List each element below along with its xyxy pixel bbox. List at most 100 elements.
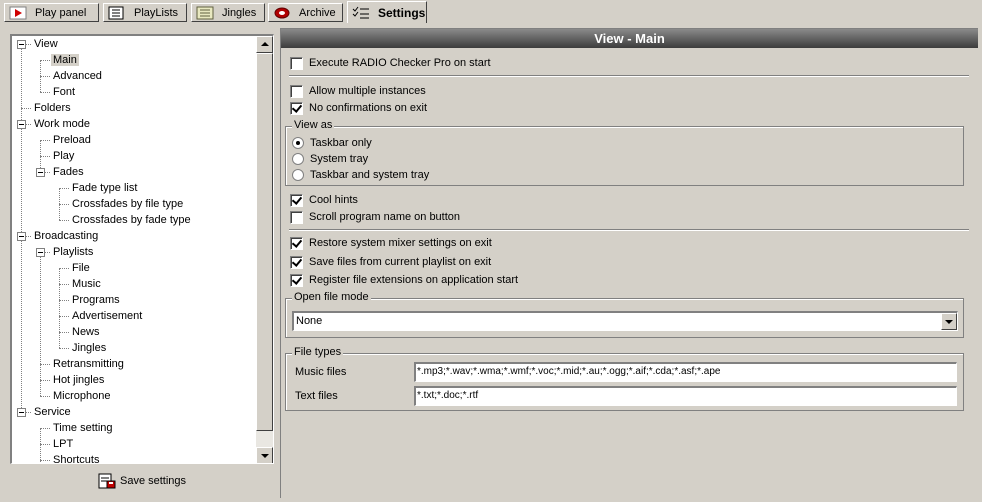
collapse-toggle-icon[interactable]	[17, 120, 26, 129]
tree-item-fades[interactable]: Fades	[51, 164, 86, 180]
tree-item-hot-jingles[interactable]: Hot jingles	[51, 372, 106, 388]
tree-connector	[59, 188, 69, 189]
tab-settings[interactable]: Settings	[347, 1, 427, 23]
tab-label: Play panel	[35, 6, 87, 19]
tree-item-shortcuts[interactable]: Shortcuts	[51, 452, 101, 463]
tree-connector	[21, 44, 22, 412]
tree-item-preload[interactable]: Preload	[51, 132, 93, 148]
tree-connector	[59, 332, 69, 333]
tab-play-panel[interactable]: Play panel	[4, 3, 99, 22]
scroll-name-checkbox[interactable]: Scroll program name on button	[290, 209, 460, 225]
save-files-checkbox[interactable]: Save files from current playlist on exit	[290, 254, 491, 270]
radio-taskbar-and-tray[interactable]: Taskbar and system tray	[292, 167, 429, 183]
tree-item-label: Programs	[72, 294, 120, 306]
collapse-toggle-icon[interactable]	[36, 248, 45, 257]
tree-item-music[interactable]: Music	[70, 276, 103, 292]
tree-item-work-mode[interactable]: Work mode	[32, 116, 92, 132]
tab-label: Settings	[378, 5, 426, 20]
scroll-up-button[interactable]	[256, 36, 273, 53]
collapse-toggle-icon[interactable]	[17, 232, 26, 241]
panel-title: View - Main	[281, 29, 978, 48]
tree-item-label: Broadcasting	[34, 230, 99, 242]
register-ext-checkbox[interactable]: Register file extensions on application …	[290, 272, 518, 288]
tree-item-service[interactable]: Service	[32, 404, 73, 420]
checkbox-label: Restore system mixer settings on exit	[309, 237, 492, 249]
tree-item-microphone[interactable]: Microphone	[51, 388, 112, 404]
tree-connector	[59, 348, 69, 349]
tree-item-play[interactable]: Play	[51, 148, 76, 164]
checkbox-label: Execute RADIO Checker Pro on start	[309, 57, 491, 69]
collapse-toggle-icon[interactable]	[36, 168, 45, 177]
scroll-thumb[interactable]	[256, 53, 273, 431]
tree-connector	[40, 140, 50, 141]
tree-connector	[40, 428, 41, 463]
collapse-toggle-icon[interactable]	[17, 40, 26, 49]
text-files-input[interactable]: *.txt;*.doc;*.rtf	[414, 386, 957, 406]
tree-item-label: Work mode	[34, 118, 91, 130]
save-settings-icon	[98, 473, 116, 489]
tree-item-label: Play	[53, 150, 75, 162]
tree-connector	[40, 444, 50, 445]
tree-connector	[40, 380, 50, 381]
tree-item-jingles[interactable]: Jingles	[70, 340, 108, 356]
tree-item-playlists[interactable]: Playlists	[51, 244, 95, 260]
open-file-mode-select[interactable]: None	[292, 311, 958, 331]
text-files-label: Text files	[295, 390, 338, 402]
select-value: None	[296, 315, 323, 327]
cool-hints-checkbox[interactable]: Cool hints	[290, 192, 358, 208]
tab-playlists[interactable]: PlayLists	[103, 3, 187, 22]
checkbox-box	[290, 56, 303, 70]
tree-item-label: Main	[51, 54, 79, 66]
tree-item-main[interactable]: Main	[51, 52, 79, 68]
tree-item-time-setting[interactable]: Time setting	[51, 420, 115, 436]
collapse-toggle-icon[interactable]	[17, 408, 26, 417]
allow-multiple-checkbox[interactable]: Allow multiple instances	[290, 83, 426, 99]
tree-item-folders[interactable]: Folders	[32, 100, 73, 116]
tree-items: View Main Advanced Font Folders Work mode Prel…	[12, 36, 257, 463]
tab-bar: Play panel PlayLists Jingles Archive Set…	[0, 0, 982, 26]
scroll-down-button[interactable]	[256, 447, 273, 463]
execute-on-start-checkbox[interactable]: Execute RADIO Checker Pro on start	[290, 55, 491, 71]
tree-item-retransmitting[interactable]: Retransmitting	[51, 356, 126, 372]
tree-item-label: Fade type list	[72, 182, 138, 194]
tree-item-broadcasting[interactable]: Broadcasting	[32, 228, 100, 244]
tab-archive[interactable]: Archive	[268, 3, 343, 22]
checkbox-label: Register file extensions on application …	[309, 274, 519, 286]
tree-item-label: Jingles	[72, 342, 107, 354]
music-files-input[interactable]: *.mp3;*.wav;*.wma;*.wmf;*.voc;*.mid;*.au…	[414, 362, 957, 382]
tree-item-label: Service	[34, 406, 71, 418]
tree-item-programs[interactable]: Programs	[70, 292, 122, 308]
tree-item-label: Folders	[34, 102, 71, 114]
view-as-group: View as Taskbar only System tray Taskbar…	[285, 119, 964, 186]
tree-item-label: Retransmitting	[53, 358, 124, 370]
tree-item-label: Microphone	[53, 390, 111, 402]
group-title: File types	[292, 346, 344, 358]
tree-connector	[59, 284, 69, 285]
tab-jingles[interactable]: Jingles	[191, 3, 265, 22]
tree-item-fade-type-list[interactable]: Fade type list	[70, 180, 139, 196]
tree-item-label: File	[72, 262, 90, 274]
settings-tree[interactable]: View Main Advanced Font Folders Work mode Prel…	[10, 34, 274, 464]
restore-mixer-checkbox[interactable]: Restore system mixer settings on exit	[290, 235, 492, 251]
checkbox-label: No confirmations on exit	[309, 102, 427, 114]
no-confirmations-checkbox[interactable]: No confirmations on exit	[290, 100, 427, 116]
tree-item-lpt[interactable]: LPT	[51, 436, 75, 452]
save-settings-button[interactable]: Save settings	[98, 472, 186, 490]
tree-item-news[interactable]: News	[70, 324, 102, 340]
tree-item-file[interactable]: File	[70, 260, 92, 276]
open-file-mode-group: Open file mode None	[285, 291, 964, 338]
tree-item-advertisement[interactable]: Advertisement	[70, 308, 144, 324]
tree-item-font[interactable]: Font	[51, 84, 77, 100]
tree-item-crossfades-by-file-type[interactable]: Crossfades by file type	[70, 196, 185, 212]
chevron-down-icon[interactable]	[941, 313, 957, 330]
tree-connector	[59, 268, 69, 269]
radio-taskbar-only[interactable]: Taskbar only	[292, 135, 372, 151]
tree-scrollbar[interactable]	[256, 36, 273, 463]
radio-system-tray[interactable]: System tray	[292, 151, 368, 167]
tree-connector	[59, 300, 69, 301]
jingles-icon	[196, 6, 214, 20]
separator	[289, 75, 969, 77]
tree-item-crossfades-by-fade-type[interactable]: Crossfades by fade type	[70, 212, 193, 228]
tree-item-view[interactable]: View	[32, 36, 60, 52]
tree-item-advanced[interactable]: Advanced	[51, 68, 104, 84]
